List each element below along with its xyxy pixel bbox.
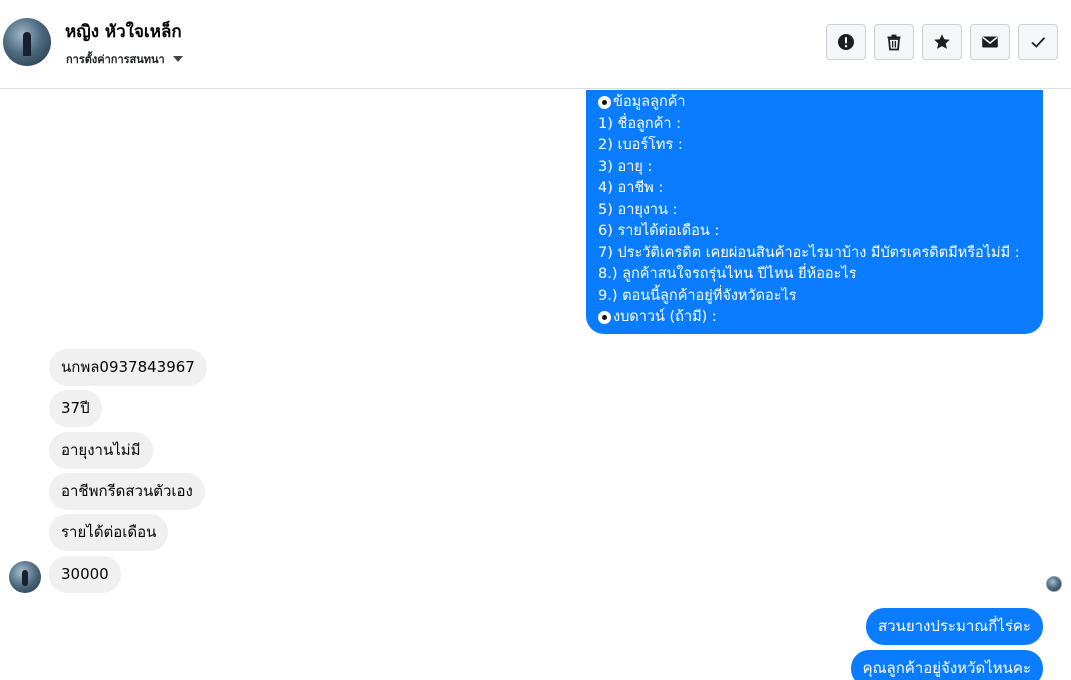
form-line: 3) อายุ : xyxy=(598,158,653,175)
form-line: 1) ชื่อลูกค้า : xyxy=(598,115,682,132)
caret-down-icon xyxy=(172,56,183,62)
form-line: 4) อาชีพ : xyxy=(598,180,664,196)
seen-indicator-avatar xyxy=(1046,576,1062,592)
trash-icon xyxy=(887,34,901,51)
incoming-message[interactable]: อายุงานไม่มี xyxy=(49,432,153,469)
delete-button[interactable] xyxy=(874,24,914,60)
mark-unread-button[interactable] xyxy=(970,24,1010,60)
form-line: 5) อายุงาน : xyxy=(598,201,678,218)
form-line: 8.) ลูกค้าสนใจรถรุ่นไหน ปีไหน ยี่ห้ออะไร xyxy=(598,266,857,282)
conversation-settings-label: การตั้งค่าการสนทนา xyxy=(66,53,165,66)
mark-done-button[interactable] xyxy=(1018,24,1058,60)
radio-bullet-icon xyxy=(598,311,611,325)
conversation-toolbar xyxy=(826,24,1058,60)
conversation-header: หญิง หัวใจเหล็ก การตั้งค่าการสนทนา xyxy=(0,0,1071,89)
incoming-message[interactable]: รายได้ต่อเดือน xyxy=(49,514,169,551)
radio-bullet-icon xyxy=(598,96,611,110)
outgoing-message[interactable]: สวนยางประมาณกี่ไร่คะ xyxy=(865,608,1043,645)
conversation-settings-dropdown[interactable]: การตั้งค่าการสนทนา xyxy=(66,50,183,68)
contact-avatar[interactable] xyxy=(3,18,51,66)
outgoing-message-customer-form[interactable]: ข้อมูลลูกค้า 1) ชื่อลูกค้า : 2) เบอร์โทร… xyxy=(586,90,1043,334)
form-line: 2) เบอร์โทร : xyxy=(598,137,683,153)
form-line: 9.) ตอนนี้ลูกค้าอยู่ที่จังหวัดอะไร xyxy=(598,287,797,304)
sender-avatar[interactable] xyxy=(9,561,41,593)
incoming-message[interactable]: อาชีพกรีดสวนตัวเอง xyxy=(49,473,205,510)
form-line: งบดาวน์ (ถ้ามี) : xyxy=(598,307,1035,329)
message-thread[interactable]: ข้อมูลลูกค้า 1) ชื่อลูกค้า : 2) เบอร์โทร… xyxy=(0,90,1071,680)
incoming-message[interactable]: นกพล0937843967 xyxy=(49,349,207,386)
incoming-message[interactable]: 37ปี xyxy=(49,390,102,427)
form-line: 6) รายได้ต่อเดือน : xyxy=(598,223,720,239)
star-icon xyxy=(934,34,950,49)
incoming-message[interactable]: 30000 xyxy=(49,556,121,593)
report-button[interactable] xyxy=(826,24,866,60)
checkmark-icon xyxy=(1031,37,1046,48)
outgoing-message[interactable]: คุณลูกค้าอยู่จังหวัดไหนคะ xyxy=(850,650,1043,680)
form-line: 7) ประวัติเครดิต เคยผ่อนสินค้าอะไรมาบ้าง… xyxy=(598,244,1020,261)
form-line: ข้อมูลลูกค้า xyxy=(598,92,1035,114)
star-button[interactable] xyxy=(922,24,962,60)
envelope-icon xyxy=(982,36,998,48)
exclamation-circle-icon xyxy=(838,34,854,50)
contact-name[interactable]: หญิง หัวใจเหล็ก xyxy=(65,18,182,45)
